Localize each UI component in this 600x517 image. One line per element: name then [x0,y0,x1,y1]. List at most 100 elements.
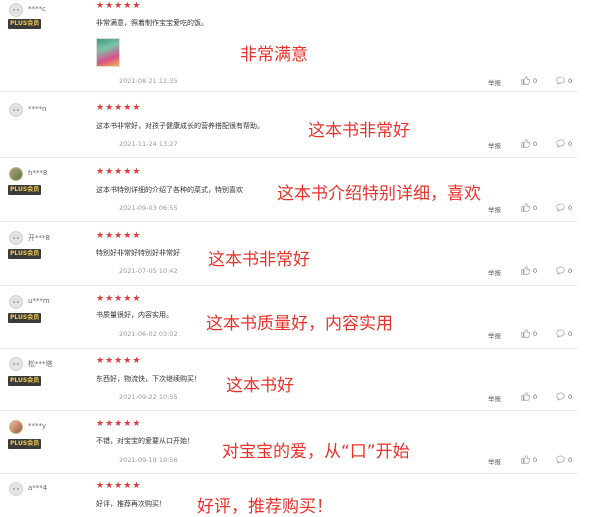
red-annotation: 这本书好 [226,376,294,396]
review-list: ****c PLUS会员 ★ ★ ★ ★ ★ 非常满意，照着制作宝宝爱吃的饭。 非常满意… [0,0,600,517]
review-item: a***4 ★ ★ ★ ★ ★ 好评，推荐再次购买！ 好评，推荐购买！ [0,476,600,517]
comment-icon [556,76,565,85]
comment-icon [556,392,565,401]
reply-button[interactable]: 0 [556,266,572,275]
divider [0,348,578,349]
review-date: 2021-08-21 12:35 [119,77,178,85]
star-icon: ★ [123,167,132,177]
plus-member-badge: PLUS会员 [8,19,42,29]
avatar[interactable] [9,295,23,309]
star-icon: ★ [114,167,123,177]
review-item: u***m PLUS会员 ★ ★ ★ ★ ★ 书质量很好，内容实用。 这本书质量好，内容… [0,288,600,351]
reply-count: 0 [568,76,573,85]
thumbs-up-icon [521,329,530,338]
star-icon: ★ [123,419,132,429]
reviewer-name: ****n [28,105,47,113]
plus-member-badge: PLUS会员 [8,313,42,323]
like-button[interactable]: 0 [521,203,537,212]
star-icon: ★ [132,103,141,113]
like-button[interactable]: 0 [521,392,537,401]
reply-button[interactable]: 0 [556,76,572,85]
star-icon: ★ [105,356,114,366]
reply-button[interactable]: 0 [556,329,572,338]
like-count: 0 [533,392,538,401]
review-text: 好评，推荐再次购买！ [96,500,166,508]
avatar[interactable] [9,103,23,117]
review-text: 特别好非常好特别好非常好 [96,249,180,257]
review-text: 这本书非常好，对孩子健康成长的营养搭配很有帮助。 [96,122,264,130]
divider [0,410,578,411]
star-icon: ★ [96,1,105,11]
reviewer-name: ****c [28,5,46,13]
reply-button[interactable]: 0 [556,203,572,212]
thumbs-up-icon [521,203,530,212]
review-image-thumbnail[interactable] [96,38,120,67]
review-text: 不错，对宝宝的爱要从口开始！ [96,437,194,445]
reviewer-name: 开***8 [28,234,50,242]
like-count: 0 [533,455,538,464]
plus-member-badge: PLUS会员 [8,185,42,195]
star-icon: ★ [114,231,123,241]
star-icon: ★ [123,231,132,241]
report-link[interactable]: 举报 [488,330,501,340]
review-date: 2021-09-03 06:55 [119,204,178,212]
report-link[interactable]: 举报 [488,456,501,466]
like-button[interactable]: 0 [521,76,537,85]
plus-member-badge: PLUS会员 [8,376,42,386]
review-date: 2021-09-19 19:56 [119,456,178,464]
comment-icon [556,139,565,148]
star-icon: ★ [114,294,123,304]
star-rating: ★ ★ ★ ★ ★ [96,481,140,491]
thumbs-up-icon [521,392,530,401]
star-icon: ★ [105,231,114,241]
like-button[interactable]: 0 [521,329,537,338]
like-count: 0 [533,203,538,212]
avatar[interactable] [9,3,23,17]
divider [0,473,578,474]
comment-icon [556,266,565,275]
avatar[interactable] [9,231,23,245]
reply-count: 0 [568,266,573,275]
star-icon: ★ [132,356,141,366]
red-annotation: 这本书介绍特别详细，喜欢 [277,184,481,204]
star-icon: ★ [105,294,114,304]
reply-button[interactable]: 0 [556,392,572,401]
reviewer-name: h***8 [28,169,48,177]
star-icon: ★ [132,167,141,177]
star-icon: ★ [96,481,105,491]
comment-icon [556,329,565,338]
star-rating: ★ ★ ★ ★ ★ [96,419,140,429]
avatar[interactable] [9,167,23,181]
report-link[interactable]: 举报 [488,140,501,150]
red-annotation: 这本书质量好，内容实用 [206,314,393,334]
star-icon: ★ [105,481,114,491]
report-link[interactable]: 举报 [488,393,501,403]
like-button[interactable]: 0 [521,139,537,148]
avatar[interactable] [9,420,23,434]
star-icon: ★ [105,1,114,11]
reply-button[interactable]: 0 [556,139,572,148]
report-link[interactable]: 举报 [488,77,501,87]
review-date: 2021-09-22 10:55 [119,393,178,401]
reviewer-name: u***m [28,297,50,305]
like-button[interactable]: 0 [521,455,537,464]
review-text: 这本书特别详细的介绍了各种的菜式，特别喜欢 [96,186,243,194]
star-rating: ★ ★ ★ ★ ★ [96,1,140,11]
star-icon: ★ [132,294,141,304]
star-rating: ★ ★ ★ ★ ★ [96,356,141,366]
review-date: 2021-11-24 13:27 [119,140,178,148]
review-text: 非常满意，照着制作宝宝爱吃的饭。 [96,19,208,27]
star-rating: ★ ★ ★ ★ ★ [96,103,141,113]
like-button[interactable]: 0 [521,266,537,275]
star-icon: ★ [123,103,132,113]
plus-member-badge: PLUS会员 [8,249,42,259]
thumbs-up-icon [521,139,530,148]
avatar[interactable] [9,482,23,496]
report-link[interactable]: 举报 [488,267,501,277]
report-link[interactable]: 举报 [488,204,501,214]
star-icon: ★ [123,356,132,366]
star-icon: ★ [96,103,105,113]
comment-icon [556,455,565,464]
avatar[interactable] [9,357,23,371]
reply-button[interactable]: 0 [556,455,572,464]
